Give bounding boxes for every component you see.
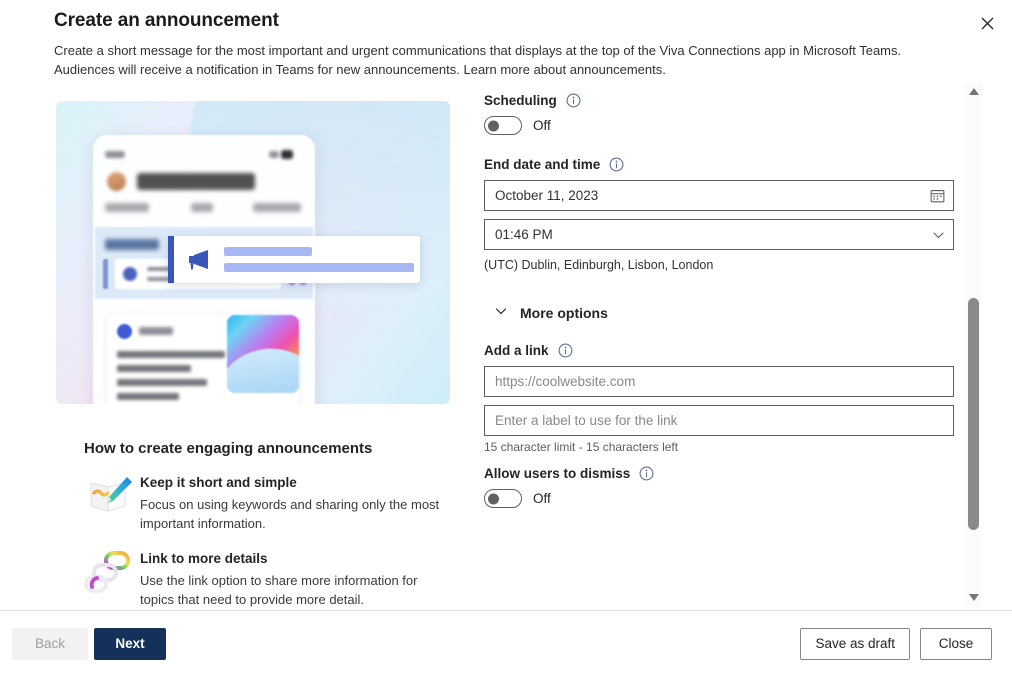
scrollbar-thumb[interactable] xyxy=(968,298,979,530)
allow-dismiss-label-row: Allow users to dismiss xyxy=(484,466,954,481)
close-button[interactable]: Close xyxy=(920,628,992,660)
dialog-footer: Back Next Save as draft Close xyxy=(0,610,1012,676)
megaphone-icon xyxy=(186,249,212,271)
save-as-draft-button[interactable]: Save as draft xyxy=(800,628,910,660)
preview-news-card xyxy=(107,315,299,404)
back-button[interactable]: Back xyxy=(12,628,88,660)
preview-announcement-callout xyxy=(168,236,420,283)
add-link-label-row: Add a link xyxy=(484,343,954,358)
next-button[interactable]: Next xyxy=(94,628,166,660)
toggle-knob xyxy=(488,120,499,131)
learn-more-link[interactable]: Learn more about announcements. xyxy=(463,62,665,77)
info-icon[interactable] xyxy=(639,466,654,481)
footer-right-buttons: Save as draft Close xyxy=(800,628,992,660)
allow-dismiss-toggle-row: Off xyxy=(484,489,954,508)
link-url-input-wrap xyxy=(484,366,954,397)
info-icon[interactable] xyxy=(558,343,573,358)
end-date-input[interactable] xyxy=(484,180,954,211)
end-date-label-row: End date and time xyxy=(484,157,954,172)
scheduling-toggle-state: Off xyxy=(533,118,551,133)
chevron-down-icon[interactable] xyxy=(932,228,945,241)
left-panel: How to create engaging announcements xyxy=(0,79,452,610)
right-form-panel: Scheduling Off xyxy=(452,79,1012,610)
tip-title: Keep it short and simple xyxy=(140,473,444,492)
book-pen-icon xyxy=(84,471,140,523)
tip-content: Link to more details Use the link option… xyxy=(140,547,444,609)
tip-title: Link to more details xyxy=(140,549,444,568)
tip-text: Focus on using keywords and sharing only… xyxy=(140,495,444,533)
preview-callout-lines xyxy=(224,247,414,272)
close-dialog-button[interactable] xyxy=(972,8,1002,38)
toggle-knob xyxy=(488,493,499,504)
more-options-toggle[interactable]: More options xyxy=(494,304,954,321)
scheduling-label-row: Scheduling xyxy=(484,93,954,108)
allow-dismiss-toggle[interactable] xyxy=(484,489,522,508)
tips-heading: How to create engaging announcements xyxy=(84,440,452,457)
info-icon[interactable] xyxy=(609,157,624,172)
calendar-icon[interactable] xyxy=(930,188,945,203)
footer-left-buttons: Back Next xyxy=(12,628,166,660)
scheduling-toggle[interactable] xyxy=(484,116,522,135)
end-time-input-wrap xyxy=(484,219,954,250)
tip-content: Keep it short and simple Focus on using … xyxy=(140,471,444,533)
end-date-label: End date and time xyxy=(484,157,600,172)
link-label-input[interactable] xyxy=(484,405,954,436)
tip-item: Keep it short and simple Focus on using … xyxy=(84,471,444,533)
scheduling-label: Scheduling xyxy=(484,93,557,108)
dialog-body: How to create engaging announcements xyxy=(0,79,1012,610)
end-time-input[interactable] xyxy=(484,219,954,250)
link-url-input[interactable] xyxy=(484,366,954,397)
tip-item: Link to more details Use the link option… xyxy=(84,547,444,609)
info-icon[interactable] xyxy=(566,93,581,108)
close-icon xyxy=(981,17,994,30)
preview-app-title xyxy=(137,173,255,190)
more-options-label: More options xyxy=(520,305,608,321)
end-date-input-wrap xyxy=(484,180,954,211)
allow-dismiss-label: Allow users to dismiss xyxy=(484,466,630,481)
preview-status-bar xyxy=(105,151,303,159)
scheduling-toggle-row: Off xyxy=(484,116,954,135)
tip-text: Use the link option to share more inform… xyxy=(140,571,444,609)
form-scrollbar[interactable] xyxy=(965,83,982,606)
announcement-preview-image xyxy=(56,101,450,404)
chevron-down-icon xyxy=(494,304,508,321)
preview-tabs xyxy=(105,203,303,213)
page-title: Create an announcement xyxy=(54,8,958,34)
link-label-char-count: 15 character limit - 15 characters left xyxy=(484,440,954,454)
dialog-description: Create a short message for the most impo… xyxy=(54,41,958,79)
chain-link-icon xyxy=(84,547,140,599)
dialog-header: Create an announcement Create a short me… xyxy=(0,0,1012,79)
allow-dismiss-toggle-state: Off xyxy=(533,491,551,506)
add-link-label: Add a link xyxy=(484,343,549,358)
timezone-note: (UTC) Dublin, Edinburgh, Lisbon, London xyxy=(484,258,954,272)
form-fields: Scheduling Off xyxy=(452,93,1012,508)
preview-avatar xyxy=(107,172,126,191)
scroll-down-arrow[interactable] xyxy=(965,589,982,606)
create-announcement-dialog: Create an announcement Create a short me… xyxy=(0,0,1012,676)
scroll-up-arrow[interactable] xyxy=(965,83,982,100)
link-label-input-wrap xyxy=(484,405,954,436)
